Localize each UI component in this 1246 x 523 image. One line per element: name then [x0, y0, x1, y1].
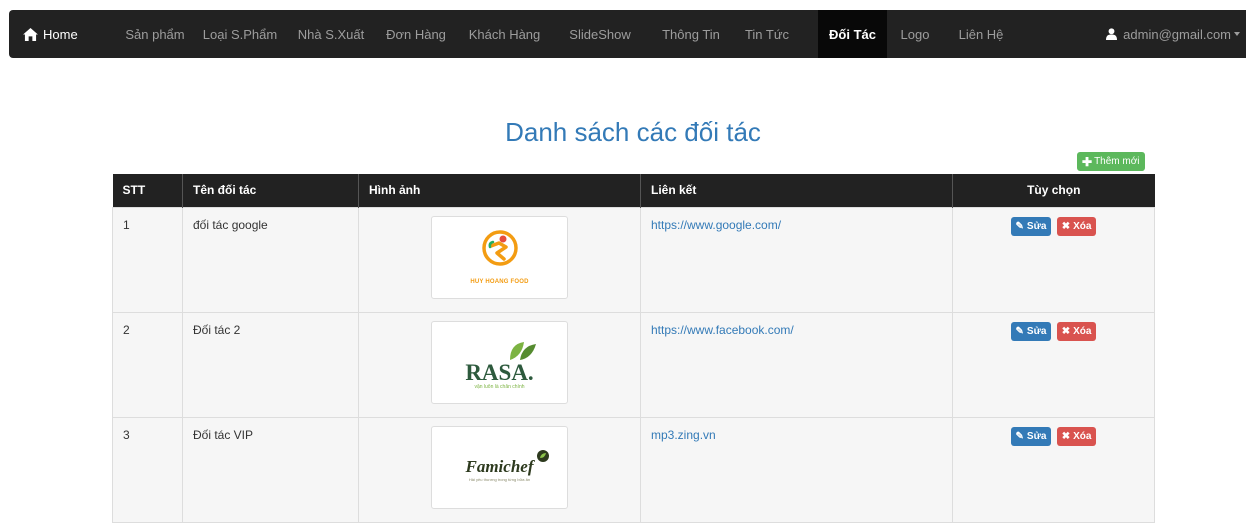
user-icon — [1106, 28, 1118, 40]
header-image: Hình ảnh — [358, 174, 641, 207]
nav-item-lien-he[interactable]: Liên Hệ — [946, 10, 1016, 58]
nav-item-nha-san-xuat[interactable]: Nhà S.Xuất — [288, 10, 374, 58]
header-link: Liên kết — [640, 174, 953, 207]
header-stt: STT — [112, 174, 183, 207]
nav-item-don-hang[interactable]: Đơn Hàng — [376, 10, 456, 58]
nav-item-tin-tuc[interactable]: Tin Tức — [727, 10, 807, 58]
logo-text: RASA. — [465, 359, 534, 385]
cell-image: Famichef Hải yêu thương trong từng bữa ă… — [358, 416, 641, 523]
edit-button[interactable]: ✎ Sửa — [1010, 426, 1052, 446]
partner-logo-rasa: RASA. vận luôn là chân chính — [431, 320, 568, 404]
cell-image: HUY HOANG FOOD — [358, 206, 641, 313]
partner-logo-huy-hoang-food: HUY HOANG FOOD — [431, 215, 568, 299]
cell-stt: 1 — [112, 206, 183, 313]
add-partner-label: Thêm mới — [1094, 156, 1140, 167]
delete-button[interactable]: ✖ Xóa — [1056, 216, 1097, 236]
table-row: 2 Đối tác 2 RASA. vận luôn là chân chính… — [112, 311, 1155, 418]
nav-item-loai-san-pham[interactable]: Loại S.Phẩm — [195, 10, 285, 58]
user-email: admin@gmail.com — [1123, 26, 1231, 42]
close-icon: ✖ — [1061, 430, 1071, 442]
cell-actions: ✎ Sửa ✖ Xóa — [952, 416, 1155, 523]
table-header-row: STT Tên đối tác Hình ảnh Liên kết Tùy ch… — [112, 174, 1155, 207]
edit-button[interactable]: ✎ Sửa — [1010, 321, 1052, 341]
nav-item-thong-tin[interactable]: Thông Tin — [646, 10, 736, 58]
cell-actions: ✎ Sửa ✖ Xóa — [952, 206, 1155, 313]
partner-logo-famichef: Famichef Hải yêu thương trong từng bữa ă… — [431, 425, 568, 509]
plus-icon: ✚ — [1082, 154, 1093, 169]
cell-partner-name: Đối tác VIP — [182, 416, 359, 523]
delete-button[interactable]: ✖ Xóa — [1056, 321, 1097, 341]
logo-subtext: vận luôn là chân chính — [474, 383, 525, 390]
cell-actions: ✎ Sửa ✖ Xóa — [952, 311, 1155, 418]
cell-image: RASA. vận luôn là chân chính — [358, 311, 641, 418]
leaf-icon — [510, 341, 536, 360]
logo-text: Famichef — [465, 456, 534, 476]
edit-button[interactable]: ✎ Sửa — [1010, 216, 1052, 236]
logo-text: HUY HOANG FOOD — [470, 278, 529, 285]
delete-label: Xóa — [1073, 430, 1092, 442]
chevron-down-icon — [1234, 32, 1240, 36]
logo-subtext: Hải yêu thương trong từng bữa ăn — [468, 476, 531, 482]
close-icon: ✖ — [1061, 325, 1071, 337]
nav-home-label: Home — [43, 26, 78, 42]
nav-item-slideshow[interactable]: SlideShow — [555, 10, 645, 58]
cell-partner-name: đối tác google — [182, 206, 359, 313]
close-icon: ✖ — [1061, 220, 1071, 232]
header-partner-name: Tên đối tác — [182, 174, 359, 207]
cell-link[interactable]: mp3.zing.vn — [640, 416, 953, 523]
delete-label: Xóa — [1073, 325, 1092, 337]
user-menu[interactable]: admin@gmail.com — [1106, 10, 1240, 58]
pencil-icon: ✎ — [1015, 220, 1024, 232]
pencil-icon: ✎ — [1015, 430, 1024, 442]
cell-link[interactable]: https://www.facebook.com/ — [640, 311, 953, 418]
nav-home-link[interactable]: Home — [23, 10, 78, 58]
huy-hoang-food-logo-icon — [482, 229, 518, 266]
nav-item-logo[interactable]: Logo — [890, 10, 940, 58]
table-row: 1 đối tác google HUY HOANG FOOD https://… — [112, 206, 1155, 313]
top-navbar: Home Sản phẩm Loại S.Phẩm Nhà S.Xuất Đơn… — [9, 10, 1246, 58]
table-row: 3 Đối tác VIP Famichef Hải yêu thương tr… — [112, 416, 1155, 523]
partners-table: STT Tên đối tác Hình ảnh Liên kết Tùy ch… — [112, 174, 1155, 523]
edit-label: Sửa — [1026, 325, 1047, 337]
edit-label: Sửa — [1026, 220, 1047, 232]
page-title: Danh sách các đối tác — [505, 117, 761, 147]
edit-label: Sửa — [1026, 430, 1047, 442]
delete-label: Xóa — [1073, 220, 1092, 232]
nav-item-khach-hang[interactable]: Khách Hàng — [457, 10, 552, 58]
cell-stt: 2 — [112, 311, 183, 418]
cell-partner-name: Đối tác 2 — [182, 311, 359, 418]
delete-button[interactable]: ✖ Xóa — [1056, 426, 1097, 446]
nav-item-doi-tac[interactable]: Đối Tác — [818, 10, 887, 58]
add-partner-button[interactable]: ✚ Thêm mới — [1077, 152, 1145, 171]
cell-link[interactable]: https://www.google.com/ — [640, 206, 953, 313]
nav-item-san-pham[interactable]: Sản phẩm — [120, 10, 190, 58]
header-options: Tùy chọn — [952, 174, 1155, 207]
pencil-icon: ✎ — [1015, 325, 1024, 337]
home-icon — [23, 27, 38, 41]
cell-stt: 3 — [112, 416, 183, 523]
